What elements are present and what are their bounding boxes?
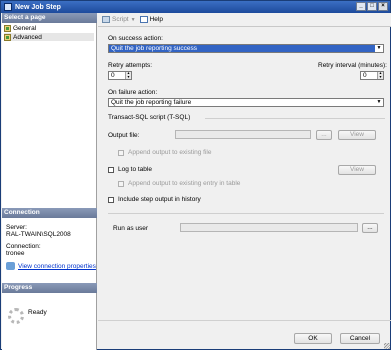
output-file-view-button[interactable]: View [338,130,376,140]
toolbar: Script ▼ Help [98,13,391,27]
cancel-button[interactable]: Cancel [340,333,380,344]
ok-button[interactable]: OK [294,333,332,344]
page-item-label: Advanced [13,33,42,41]
dropdown-arrow-icon: ▼ [375,45,383,52]
output-file-input[interactable] [175,130,311,139]
append-output-label: Append output to existing file [128,149,212,156]
view-connection-properties-link[interactable]: View connection properties [18,263,96,270]
connection-properties-icon [6,262,15,270]
output-file-browse-button[interactable]: ... [316,130,332,140]
page-item-label: General [13,24,37,32]
retry-attempts-spinner[interactable]: 0 ▲ ▼ [108,71,132,80]
append-output-checkbox[interactable] [118,150,124,156]
advanced-page-content: On success action: Quit the job reportin… [98,28,391,319]
on-failure-select[interactable]: Quit the job reporting failure ▼ [108,98,384,107]
retry-interval-value: 0 [363,72,367,79]
page-item-general[interactable]: General [4,24,94,32]
retry-interval-label: Retry interval (minutes): [318,62,387,69]
script-button[interactable]: Script ▼ [102,16,136,23]
maximize-button[interactable]: □ [367,2,377,11]
connection-value: tronee [6,250,25,257]
output-file-label: Output file: [108,132,140,139]
group-divider [205,118,385,119]
on-success-label: On success action: [108,35,163,42]
retry-attempts-value: 0 [111,72,115,79]
on-failure-label: On failure action: [108,89,158,96]
title-bar: New Job Step _ □ × [1,1,390,13]
run-as-user-input[interactable] [180,223,358,232]
progress-spinner-icon [8,308,24,324]
log-table-view-button[interactable]: View [338,165,376,175]
retry-interval-spinner[interactable]: 0 ▲ ▼ [360,71,384,80]
window-controls: _ □ × [356,2,388,11]
left-panel: Select a page General Advanced Connectio… [2,13,97,350]
page-icon [4,33,11,41]
script-icon [102,16,110,23]
window-title: New Job Step [15,3,61,11]
script-label: Script [112,16,129,23]
retry-attempts-label: Retry attempts: [108,62,153,69]
connection-label: Connection: [6,243,41,250]
run-as-user-label: Run as user [113,225,149,232]
log-to-table-label: Log to table [118,166,152,173]
resize-grip-icon[interactable] [384,343,390,349]
dialog-footer: OK Cancel [98,320,391,350]
log-to-table-checkbox[interactable] [108,167,114,173]
progress-header: Progress [2,283,97,293]
help-button[interactable]: Help [139,16,163,23]
close-button[interactable]: × [378,2,388,11]
append-entry-label: Append output to existing entry in table [128,180,241,187]
page-item-advanced[interactable]: Advanced [4,33,94,41]
server-value: RAL-TWAIN\SQL2008 [6,231,71,238]
spin-down-icon[interactable]: ▼ [377,75,383,79]
dropdown-arrow-icon: ▼ [130,16,136,23]
on-success-select[interactable]: Quit the job reporting success ▼ [108,44,384,53]
app-icon [4,3,12,11]
on-success-value: Quit the job reporting success [111,45,197,52]
connection-header: Connection [2,208,97,218]
include-history-label: Include step output in history [118,196,201,203]
run-as-user-browse-button[interactable]: ... [362,223,378,233]
new-job-step-window: New Job Step _ □ × Select a page General… [0,0,391,350]
tsql-group-label: Transact-SQL script (T-SQL) [108,114,191,121]
include-history-checkbox[interactable] [108,197,114,203]
help-label: Help [149,16,163,23]
dropdown-arrow-icon: ▼ [375,99,383,106]
group-divider [108,213,384,214]
on-failure-value: Quit the job reporting failure [111,99,192,106]
minimize-button[interactable]: _ [356,2,366,11]
append-entry-checkbox[interactable] [118,181,124,187]
page-icon [4,24,11,32]
progress-status: Ready [28,309,47,316]
server-label: Server: [6,224,27,231]
select-page-header: Select a page [2,13,97,23]
help-icon [139,16,148,23]
spin-down-icon[interactable]: ▼ [125,75,131,79]
